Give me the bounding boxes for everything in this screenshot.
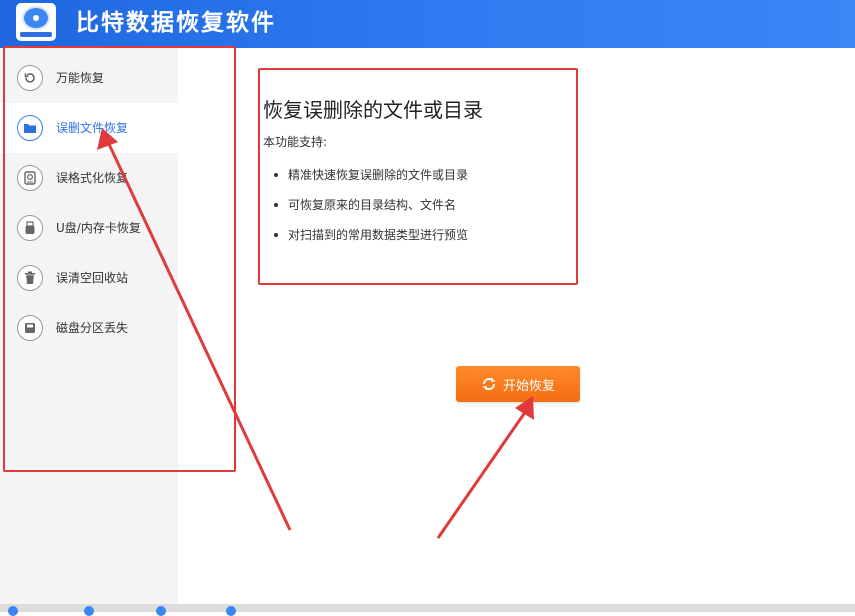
title-bar: 比特数据恢复软件: [0, 0, 855, 48]
taskbar-icon: [8, 606, 18, 616]
start-recovery-button[interactable]: 开始恢复: [456, 366, 580, 402]
bottom-strip: [0, 604, 855, 616]
start-recovery-label: 开始恢复: [502, 378, 555, 394]
refresh-icon: [482, 378, 495, 390]
taskbar-icon: [84, 606, 94, 616]
content-highlight-box: [258, 68, 578, 285]
sidebar-highlight-box: [3, 46, 236, 472]
app-title: 比特数据恢复软件: [76, 10, 276, 36]
app-logo-icon: [16, 3, 56, 41]
arrow-to-start-button: [436, 407, 530, 539]
taskbar-icon: [156, 606, 166, 616]
taskbar-icon: [226, 606, 236, 616]
